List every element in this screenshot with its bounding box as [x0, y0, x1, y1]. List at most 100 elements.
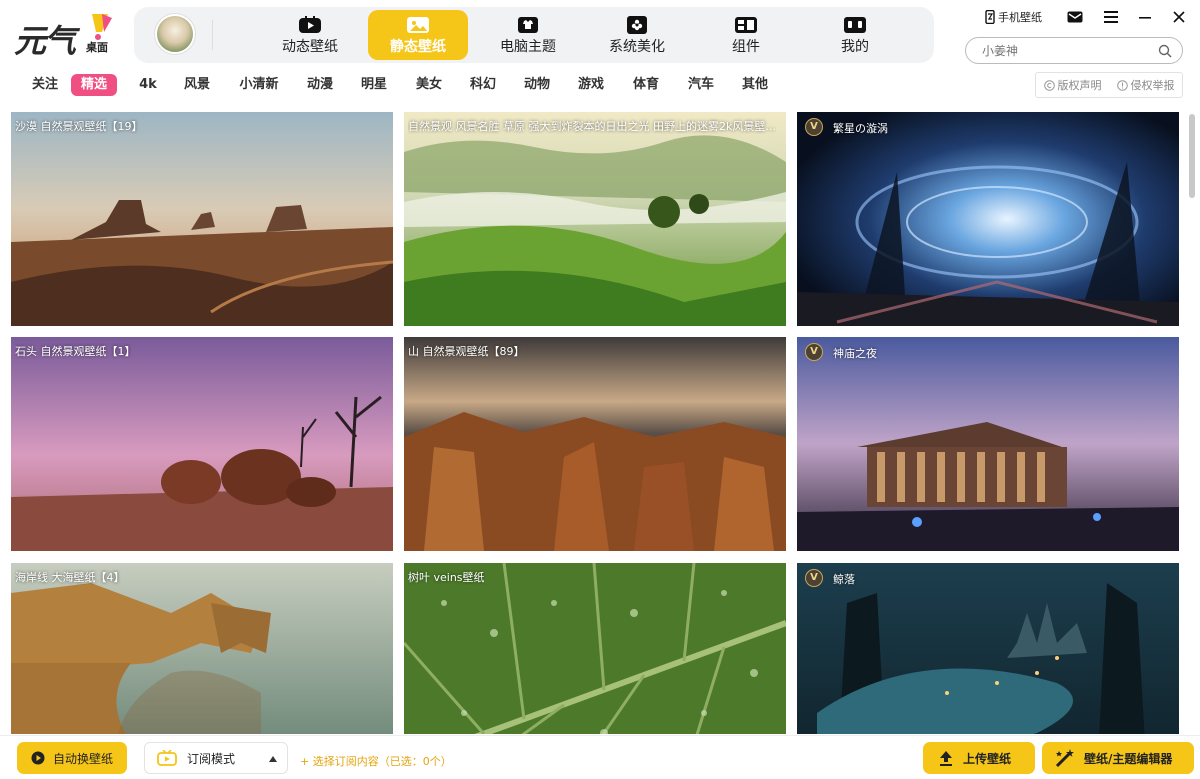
report-link[interactable]: 侵权举报 [1116, 77, 1175, 93]
editor-button[interactable]: 壁纸/主题编辑器 [1042, 742, 1194, 774]
subscription-mode-select[interactable]: 订阅模式 [144, 742, 288, 774]
avatar[interactable] [155, 14, 195, 54]
tab-widgets[interactable]: 组件 [696, 10, 796, 60]
wallpaper-card[interactable]: 沙漠 自然景观壁纸【19】 [11, 112, 393, 326]
wallpaper-thumbnail [11, 337, 393, 551]
copyright-icon [1043, 79, 1055, 91]
tab-static-wallpaper[interactable]: 静态壁纸 [368, 10, 468, 60]
upload-icon [940, 751, 952, 766]
logo-subtitle: 桌面 [86, 41, 108, 54]
tab-pc-theme[interactable]: 电脑主题 [478, 10, 578, 60]
tab-system-beautify[interactable]: 系统美化 [587, 10, 687, 60]
wallpaper-grid: 沙漠 自然景观壁纸【19】 自然景观 风景名胜 草原 强大到炸裂本的日出之光 田… [11, 112, 1179, 734]
tab-label: 我的 [841, 39, 869, 55]
mail-button[interactable] [1064, 7, 1086, 27]
copyright-label: 版权声明 [1057, 79, 1102, 92]
menu-button[interactable] [1100, 7, 1122, 27]
minimize-button[interactable] [1134, 7, 1156, 27]
wallpaper-card[interactable]: 自然景观 风景名胜 草原 强大到炸裂本的日出之光 田野上的迷雾2k风景壁... [404, 112, 786, 326]
tab-label: 动态壁纸 [282, 39, 338, 55]
category-stars[interactable]: 明星 [359, 74, 389, 96]
divider [212, 20, 213, 50]
wallpaper-thumbnail [11, 563, 393, 734]
wallpaper-card[interactable]: 海岸线 大海壁纸【4】 [11, 563, 393, 734]
category-follow[interactable]: 关注 [30, 74, 60, 96]
category-scifi[interactable]: 科幻 [468, 74, 498, 96]
close-icon [1173, 11, 1185, 23]
report-label: 侵权举报 [1130, 79, 1175, 92]
wallpaper-card[interactable]: 石头 自然景观壁纸【1】 [11, 337, 393, 551]
wallpaper-thumbnail [797, 337, 1179, 551]
category-featured[interactable]: 精选 [71, 74, 118, 96]
app-logo[interactable]: 元气 桌面 [14, 12, 114, 60]
card-title: 繁星の漩涡 [833, 122, 888, 135]
search-input[interactable] [982, 42, 1152, 60]
flower-icon [627, 16, 647, 34]
tab-label: 系统美化 [609, 39, 665, 55]
card-title: 沙漠 自然景观壁纸【19】 [15, 120, 143, 133]
category-fresh[interactable]: 小清新 [237, 74, 281, 96]
wallpaper-card[interactable]: 树叶 veins壁纸 [404, 563, 786, 734]
wallpaper-thumbnail [797, 112, 1179, 326]
category-others[interactable]: 其他 [740, 74, 770, 96]
auto-change-button[interactable]: 自动换壁纸 [17, 742, 127, 774]
tab-label: 静态壁纸 [390, 39, 446, 55]
caret-up-icon [269, 756, 277, 762]
shirt-icon [518, 17, 538, 33]
category-animals[interactable]: 动物 [522, 74, 552, 96]
tab-label: 组件 [732, 39, 760, 55]
category-cars[interactable]: 汽车 [686, 74, 716, 96]
category-sports[interactable]: 体育 [631, 74, 661, 96]
header: 元气 桌面 动态壁纸 静态壁纸 电脑主题 系统美化 组件 我的 手机壁纸 [0, 0, 1200, 70]
tab-mine[interactable]: 我的 [805, 10, 905, 60]
wallpaper-thumbnail [404, 563, 786, 734]
alert-icon [1116, 79, 1128, 91]
category-anime[interactable]: 动漫 [305, 74, 335, 96]
card-title: 山 自然景观壁纸【89】 [408, 345, 525, 358]
profile-icon [844, 17, 866, 33]
wallpaper-card[interactable]: 山 自然景观壁纸【89】 [404, 337, 786, 551]
select-subscription-link[interactable]: + 选择订阅内容（已选：0个） [300, 753, 452, 769]
close-button[interactable] [1168, 7, 1190, 27]
editor-label: 壁纸/主题编辑器 [1084, 751, 1173, 766]
mobile-wallpaper-link[interactable]: 手机壁纸 [985, 9, 1042, 25]
wallpaper-thumbnail [11, 112, 393, 326]
widget-icon [735, 17, 757, 33]
phone-icon [985, 10, 995, 24]
copyright-link[interactable]: 版权声明 [1043, 77, 1102, 93]
tv-icon [157, 750, 177, 766]
category-scenery[interactable]: 风景 [182, 74, 212, 96]
card-title: 石头 自然景观壁纸【1】 [15, 345, 136, 358]
card-title: 树叶 veins壁纸 [408, 571, 485, 584]
scrollbar[interactable] [1189, 112, 1195, 734]
wallpaper-thumbnail [404, 337, 786, 551]
wallpaper-card[interactable]: V 神庙之夜 [797, 337, 1179, 551]
search-box[interactable] [965, 37, 1183, 64]
search-icon[interactable] [1158, 44, 1172, 58]
card-title: 自然景观 风景名胜 草原 强大到炸裂本的日出之光 田野上的迷雾2k风景壁... [408, 120, 776, 133]
mobile-wallpaper-label: 手机壁纸 [998, 11, 1042, 24]
category-beauty[interactable]: 美女 [414, 74, 444, 96]
bottom-bar: 自动换壁纸 订阅模式 + 选择订阅内容（已选：0个） 上传壁纸 壁纸/主题编辑器 [0, 735, 1200, 779]
category-bar: 关注 精选 4k 风景 小清新 动漫 明星 美女 科幻 动物 游戏 体育 汽车 … [0, 72, 1200, 100]
wallpaper-thumbnail [797, 563, 1179, 734]
mail-icon [1067, 11, 1083, 23]
logo-mark-icon [92, 14, 112, 40]
tab-label: 电脑主题 [500, 39, 556, 55]
scroll-thumb[interactable] [1189, 114, 1195, 198]
menu-icon [1104, 11, 1118, 23]
category-games[interactable]: 游戏 [576, 74, 606, 96]
wallpaper-card[interactable]: V 鲸落 [797, 563, 1179, 734]
upload-wallpaper-button[interactable]: 上传壁纸 [923, 742, 1035, 774]
logo-text: 元气 [14, 22, 76, 60]
subscription-mode-label: 订阅模式 [187, 751, 236, 766]
card-title: 神庙之夜 [833, 347, 877, 360]
wallpaper-thumbnail [404, 112, 786, 326]
vip-badge-icon: V [805, 569, 823, 587]
minimize-icon [1139, 17, 1151, 19]
tab-dynamic-wallpaper[interactable]: 动态壁纸 [260, 10, 360, 60]
wallpaper-card[interactable]: V 繁星の漩涡 [797, 112, 1179, 326]
vip-badge-icon: V [805, 118, 823, 136]
category-4k[interactable]: 4k [136, 74, 160, 96]
magic-wand-icon [1055, 749, 1074, 768]
